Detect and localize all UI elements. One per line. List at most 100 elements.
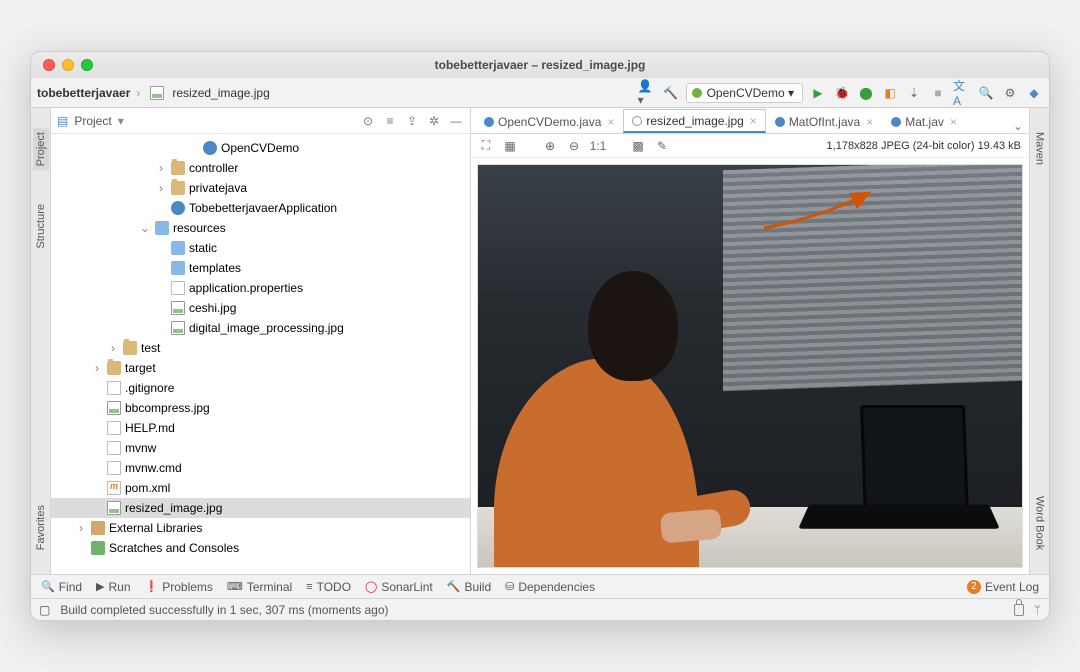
close-tab-icon[interactable]: × bbox=[950, 115, 957, 129]
close-tab-icon[interactable]: × bbox=[866, 115, 873, 129]
structure-tool-tab[interactable]: Structure bbox=[33, 200, 49, 253]
tree-node-digital_image_processing-jpg[interactable]: digital_image_processing.jpg bbox=[51, 318, 470, 338]
close-window-button[interactable] bbox=[43, 59, 55, 71]
tree-node-mvnw-cmd[interactable]: mvnw.cmd bbox=[51, 458, 470, 478]
grid-icon[interactable]: ▦ bbox=[503, 139, 517, 153]
favorites-tool-tab[interactable]: Favorites bbox=[33, 501, 49, 554]
tree-node-application-properties[interactable]: application.properties bbox=[51, 278, 470, 298]
tab-label: MatOfInt.java bbox=[789, 115, 860, 129]
background-icon[interactable]: ▩ bbox=[631, 139, 645, 153]
lock-icon[interactable] bbox=[1014, 604, 1024, 616]
zoom-in-icon[interactable]: ⊕ bbox=[543, 139, 557, 153]
git-branch-icon[interactable]: ᛘ bbox=[1034, 603, 1041, 617]
tree-node-opencvdemo[interactable]: OpenCVDemo bbox=[51, 138, 470, 158]
profile-icon[interactable]: ◧ bbox=[881, 84, 899, 102]
tree-node-test[interactable]: ›test bbox=[51, 338, 470, 358]
run-icon[interactable]: ▶ bbox=[809, 84, 827, 102]
editor-tab-opencvdemo-java[interactable]: OpenCVDemo.java × bbox=[475, 109, 623, 133]
run-configuration-selector[interactable]: OpenCVDemo ▾ bbox=[686, 83, 803, 103]
close-tab-icon[interactable]: × bbox=[750, 114, 757, 128]
lib-icon bbox=[91, 521, 105, 535]
wordbook-tool-tab[interactable]: Word Book bbox=[1032, 492, 1048, 554]
panel-gear-icon[interactable]: ✲ bbox=[426, 113, 442, 129]
zoom-out-icon[interactable]: ⊖ bbox=[567, 139, 581, 153]
tree-twisty-icon[interactable]: › bbox=[155, 161, 167, 175]
hide-panel-icon[interactable]: — bbox=[448, 113, 464, 129]
image-viewport[interactable] bbox=[471, 158, 1029, 574]
tab-label: Mat.jav bbox=[905, 115, 944, 129]
img-icon bbox=[171, 301, 185, 315]
class-icon bbox=[171, 201, 185, 215]
tree-label: External Libraries bbox=[109, 521, 202, 535]
tree-node-bbcompress-jpg[interactable]: bbcompress.jpg bbox=[51, 398, 470, 418]
actual-size-icon[interactable]: 1:1 bbox=[591, 139, 605, 153]
toggle-tool-windows-icon[interactable]: ▢ bbox=[39, 603, 50, 617]
breadcrumb-root[interactable]: tobebetterjavaer bbox=[37, 86, 130, 100]
tree-node-ceshi-jpg[interactable]: ceshi.jpg bbox=[51, 298, 470, 318]
run-tool[interactable]: ▶ Run bbox=[96, 580, 130, 594]
breadcrumb-file[interactable]: resized_image.jpg bbox=[172, 86, 269, 100]
fit-zoom-icon[interactable]: ⛶ bbox=[479, 139, 493, 153]
tree-twisty-icon[interactable]: › bbox=[91, 361, 103, 375]
tab-label: OpenCVDemo.java bbox=[498, 115, 601, 129]
avatar-icon[interactable]: ◆ bbox=[1025, 84, 1043, 102]
ide-window: tobebetterjavaer – resized_image.jpg tob… bbox=[30, 51, 1050, 621]
coverage-icon[interactable]: ⬤ bbox=[857, 84, 875, 102]
tree-label: target bbox=[125, 361, 156, 375]
titlebar: tobebetterjavaer – resized_image.jpg bbox=[31, 52, 1049, 78]
tree-node-help-md[interactable]: HELP.md bbox=[51, 418, 470, 438]
select-opened-file-icon[interactable]: ⊙ bbox=[360, 113, 376, 129]
tree-twisty-icon[interactable]: › bbox=[107, 341, 119, 355]
tree-node-tobebetterjavaerapplication[interactable]: TobebetterjavaerApplication bbox=[51, 198, 470, 218]
tree-node-privatejava[interactable]: ›privatejava bbox=[51, 178, 470, 198]
debug-icon[interactable]: 🐞 bbox=[833, 84, 851, 102]
user-icon[interactable]: 👤▾ bbox=[638, 84, 656, 102]
tree-node-templates[interactable]: templates bbox=[51, 258, 470, 278]
editor-tab-matofint-java[interactable]: MatOfInt.java × bbox=[766, 109, 882, 133]
close-tab-icon[interactable]: × bbox=[607, 115, 614, 129]
tree-node-controller[interactable]: ›controller bbox=[51, 158, 470, 178]
tree-twisty-icon[interactable]: › bbox=[75, 521, 87, 535]
stop-icon[interactable]: ■ bbox=[929, 84, 947, 102]
search-icon[interactable]: 🔍 bbox=[977, 84, 995, 102]
tree-node-target[interactable]: › target bbox=[51, 358, 470, 378]
event-log-tool[interactable]: 2 Event Log bbox=[967, 580, 1039, 594]
editor-tab-resized_image-jpg[interactable]: resized_image.jpg× bbox=[623, 109, 765, 133]
problems-tool[interactable]: ❗ Problems bbox=[145, 580, 213, 594]
tree-node-pom-xml[interactable]: pom.xml bbox=[51, 478, 470, 498]
tree-node-static[interactable]: static bbox=[51, 238, 470, 258]
color-picker-icon[interactable]: ✎ bbox=[655, 139, 669, 153]
tree-node-scratches-and-consoles[interactable]: Scratches and Consoles bbox=[51, 538, 470, 558]
attach-icon[interactable]: ⇣ bbox=[905, 84, 923, 102]
sonarlint-tool[interactable]: ◯ SonarLint bbox=[365, 580, 433, 594]
tree-node-mvnw[interactable]: mvnw bbox=[51, 438, 470, 458]
dependencies-tool[interactable]: ⛁ Dependencies bbox=[505, 580, 595, 594]
todo-tool[interactable]: ≡ TODO bbox=[306, 580, 351, 594]
tree-node-resources[interactable]: ⌄resources bbox=[51, 218, 470, 238]
tree-label: pom.xml bbox=[125, 481, 170, 495]
settings-gear-icon[interactable]: ⚙ bbox=[1001, 84, 1019, 102]
tree-node-resized_image-jpg[interactable]: resized_image.jpg bbox=[51, 498, 470, 518]
translate-icon[interactable]: 文A bbox=[953, 84, 971, 102]
project-tool-tab[interactable]: Project bbox=[33, 128, 49, 170]
tree-twisty-icon[interactable]: ⌄ bbox=[139, 221, 151, 235]
chevron-down-icon[interactable]: ▾ bbox=[118, 114, 124, 128]
build-tool[interactable]: 🔨 Build bbox=[447, 580, 491, 594]
terminal-tool[interactable]: ⌨ Terminal bbox=[227, 580, 292, 594]
find-tool[interactable]: 🔍 Find bbox=[41, 580, 82, 594]
editor-tab-mat-jav[interactable]: Mat.jav × bbox=[882, 109, 966, 133]
breadcrumb[interactable]: tobebetterjavaer resized_image.jpg bbox=[37, 86, 270, 100]
collapse-all-icon[interactable]: ⇪ bbox=[404, 113, 420, 129]
maven-tool-tab[interactable]: Maven bbox=[1032, 128, 1048, 169]
java-file-icon bbox=[891, 117, 901, 127]
project-tree[interactable]: OpenCVDemo›controller›privatejavaTobebet… bbox=[51, 134, 470, 574]
expand-all-icon[interactable]: ≡ bbox=[382, 113, 398, 129]
more-tabs-icon[interactable]: ⌄ bbox=[1007, 119, 1029, 133]
tree-node-external-libraries[interactable]: › External Libraries bbox=[51, 518, 470, 538]
minimize-window-button[interactable] bbox=[62, 59, 74, 71]
tree-node--gitignore[interactable]: .gitignore bbox=[51, 378, 470, 398]
hammer-build-icon[interactable]: 🔨 bbox=[662, 84, 680, 102]
project-panel-title[interactable]: Project bbox=[74, 114, 111, 128]
zoom-window-button[interactable] bbox=[81, 59, 93, 71]
tree-twisty-icon[interactable]: › bbox=[155, 181, 167, 195]
